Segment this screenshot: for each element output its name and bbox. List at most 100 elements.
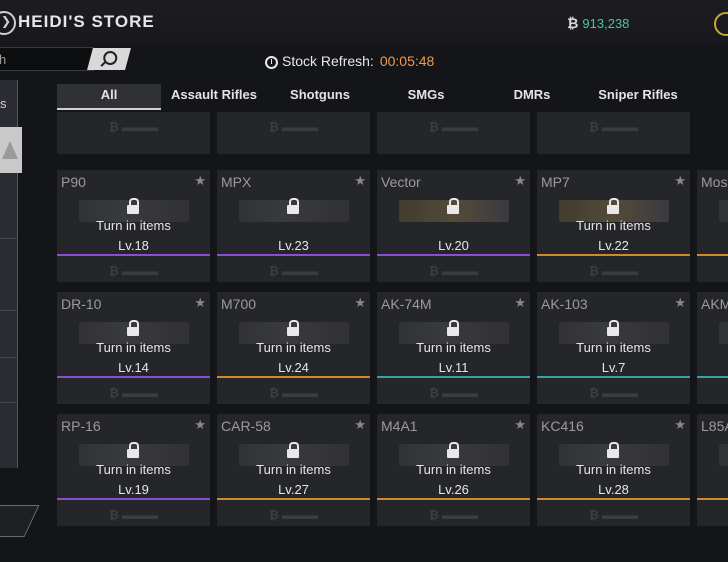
favorite-star-icon[interactable]: ★ — [674, 173, 686, 189]
item-card[interactable]: Mos★₿ ▬▬▬ — [697, 170, 728, 282]
price-obscured: ₿ ▬▬▬ — [697, 508, 728, 522]
turn-in-label: Turn in items — [576, 218, 651, 233]
sidebar-divider — [0, 238, 17, 239]
item-card[interactable]: RP-16 ★ Turn in items Lv.19 ₿ ▬▬▬ — [57, 414, 210, 526]
item-card[interactable]: Lv.21₿ ▬▬▬ — [537, 112, 690, 154]
favorite-star-icon[interactable]: ★ — [354, 417, 366, 433]
item-name: MPX — [221, 174, 252, 190]
tab-sniper-rifles[interactable]: Sniper Rifles — [585, 84, 691, 110]
price-obscured: ₿ ▬▬▬ — [588, 386, 639, 400]
item-level: Lv.7 — [601, 360, 626, 375]
price-obscured: ₿ ▬▬▬ — [268, 386, 319, 400]
favorite-star-icon[interactable]: ★ — [514, 173, 526, 189]
lock-icon — [127, 320, 139, 336]
favorite-star-icon[interactable]: ★ — [354, 173, 366, 189]
sidebar-item-selected[interactable] — [0, 127, 22, 173]
price-obscured: ₿ ▬▬▬ — [108, 508, 159, 522]
price-obscured: ₿ ▬▬▬ — [268, 264, 319, 278]
lock-icon — [447, 320, 459, 336]
currency-display: ₿ 913,238 — [567, 15, 629, 31]
weapon-image — [719, 322, 728, 344]
rarity-bar — [697, 376, 728, 378]
turn-in-label: Turn in items — [96, 218, 171, 233]
search-button[interactable] — [87, 48, 131, 70]
item-card[interactable]: L85A★₿ ▬▬▬ — [697, 414, 728, 526]
item-name: AK-103 — [541, 296, 588, 312]
item-grid: Lv.20₿ ▬▬▬Lv.15₿ ▬▬▬Lv.25₿ ▬▬▬Lv.21₿ ▬▬▬… — [57, 112, 728, 532]
refresh-time: 00:05:48 — [379, 53, 435, 69]
lock-icon — [447, 442, 459, 458]
item-card[interactable]: MPX ★ Lv.23 ₿ ▬▬▬ — [217, 170, 370, 282]
item-card[interactable]: M4A1 ★ Turn in items Lv.26 ₿ ▬▬▬ — [377, 414, 530, 526]
item-name: KC416 — [541, 418, 584, 434]
item-card[interactable]: AK-74M ★ Turn in items Lv.11 ₿ ▬▬▬ — [377, 292, 530, 404]
price-obscured: ₿ ▬▬▬ — [697, 264, 728, 278]
favorite-star-icon[interactable]: ★ — [194, 173, 206, 189]
item-level: Lv.27 — [278, 482, 309, 497]
store-title: HEIDI'S STORE — [18, 12, 155, 31]
item-level: Lv.28 — [598, 482, 629, 497]
tab-shotguns[interactable]: Shotguns — [267, 84, 373, 110]
weapon-image — [719, 200, 728, 222]
item-level: Lv.24 — [278, 360, 309, 375]
item-name: AKM — [701, 296, 728, 312]
price-obscured: ₿ ▬▬▬ — [588, 264, 639, 278]
price-obscured: ₿ ▬▬▬ — [428, 386, 479, 400]
item-card[interactable]: Lv.15₿ ▬▬▬ — [217, 112, 370, 154]
price-obscured: ₿ ▬▬▬ — [428, 264, 479, 278]
item-level: Lv.22 — [598, 238, 629, 253]
rarity-bar — [537, 254, 690, 256]
item-card[interactable]: DR-10 ★ Turn in items Lv.14 ₿ ▬▬▬ — [57, 292, 210, 404]
tab-smgs[interactable]: SMGs — [373, 84, 479, 110]
item-card[interactable]: MP7 ★ Turn in items Lv.22 ₿ ▬▬▬ — [537, 170, 690, 282]
item-name: Mos — [701, 174, 728, 190]
lock-icon — [127, 198, 139, 214]
favorite-star-icon[interactable]: ★ — [514, 417, 526, 433]
tab-dmrs[interactable]: DMRs — [479, 84, 585, 110]
favorite-star-icon[interactable]: ★ — [354, 295, 366, 311]
turn-in-label: Turn in items — [416, 462, 491, 477]
item-card[interactable]: P90 ★ Turn in items Lv.18 ₿ ▬▬▬ — [57, 170, 210, 282]
item-level: Lv.11 — [438, 360, 469, 375]
price-obscured: ₿ ▬▬▬ — [588, 508, 639, 522]
sidebar-divider — [0, 310, 17, 311]
item-card[interactable]: AK-103 ★ Turn in items Lv.7 ₿ ▬▬▬ — [537, 292, 690, 404]
item-card[interactable]: M700 ★ Turn in items Lv.24 ₿ ▬▬▬ — [217, 292, 370, 404]
item-level: Lv.19 — [118, 482, 149, 497]
item-card[interactable]: Lv.20₿ ▬▬▬ — [57, 112, 210, 154]
price-obscured: ₿ ▬▬▬ — [268, 120, 319, 134]
tab-all[interactable]: All — [57, 84, 161, 110]
item-card[interactable]: CAR-58 ★ Turn in items Lv.27 ₿ ▬▬▬ — [217, 414, 370, 526]
favorite-star-icon[interactable]: ★ — [194, 417, 206, 433]
hazard-icon[interactable] — [714, 12, 728, 36]
rarity-bar — [537, 376, 690, 378]
currency-amount: 913,238 — [582, 16, 630, 31]
rarity-bar — [57, 254, 210, 256]
lock-icon — [607, 320, 619, 336]
item-card[interactable]: AKM★₿ ▬▬▬ — [697, 292, 728, 404]
item-level: Lv.18 — [118, 238, 149, 253]
sidebar-divider — [0, 402, 17, 403]
favorite-star-icon[interactable]: ★ — [674, 417, 686, 433]
rarity-bar — [217, 498, 370, 500]
price-obscured: ₿ ▬▬▬ — [428, 508, 479, 522]
item-card[interactable]: KC416 ★ Turn in items Lv.28 ₿ ▬▬▬ — [537, 414, 690, 526]
favorite-star-icon[interactable]: ★ — [674, 295, 686, 311]
sidebar-action-button[interactable] — [0, 505, 40, 537]
item-card[interactable]: Vector ★ Lv.20 ₿ ▬▬▬ — [377, 170, 530, 282]
tab-assault-rifles[interactable]: Assault Rifles — [161, 84, 267, 110]
item-name: RP-16 — [61, 418, 101, 434]
turn-in-label: Turn in items — [576, 462, 651, 477]
back-icon[interactable] — [0, 11, 16, 35]
item-level: Lv.23 — [278, 238, 309, 253]
favorite-star-icon[interactable]: ★ — [194, 295, 206, 311]
item-card[interactable]: Lv.25₿ ▬▬▬ — [377, 112, 530, 154]
favorite-star-icon[interactable]: ★ — [514, 295, 526, 311]
sidebar-divider — [0, 357, 17, 358]
rarity-bar — [217, 254, 370, 256]
price-obscured: ₿ ▬▬▬ — [588, 120, 639, 134]
weapon-image — [719, 444, 728, 466]
item-name: AK-74M — [381, 296, 432, 312]
search-input[interactable]: h — [0, 47, 94, 71]
sidebar-item-label[interactable]: s — [0, 96, 7, 111]
